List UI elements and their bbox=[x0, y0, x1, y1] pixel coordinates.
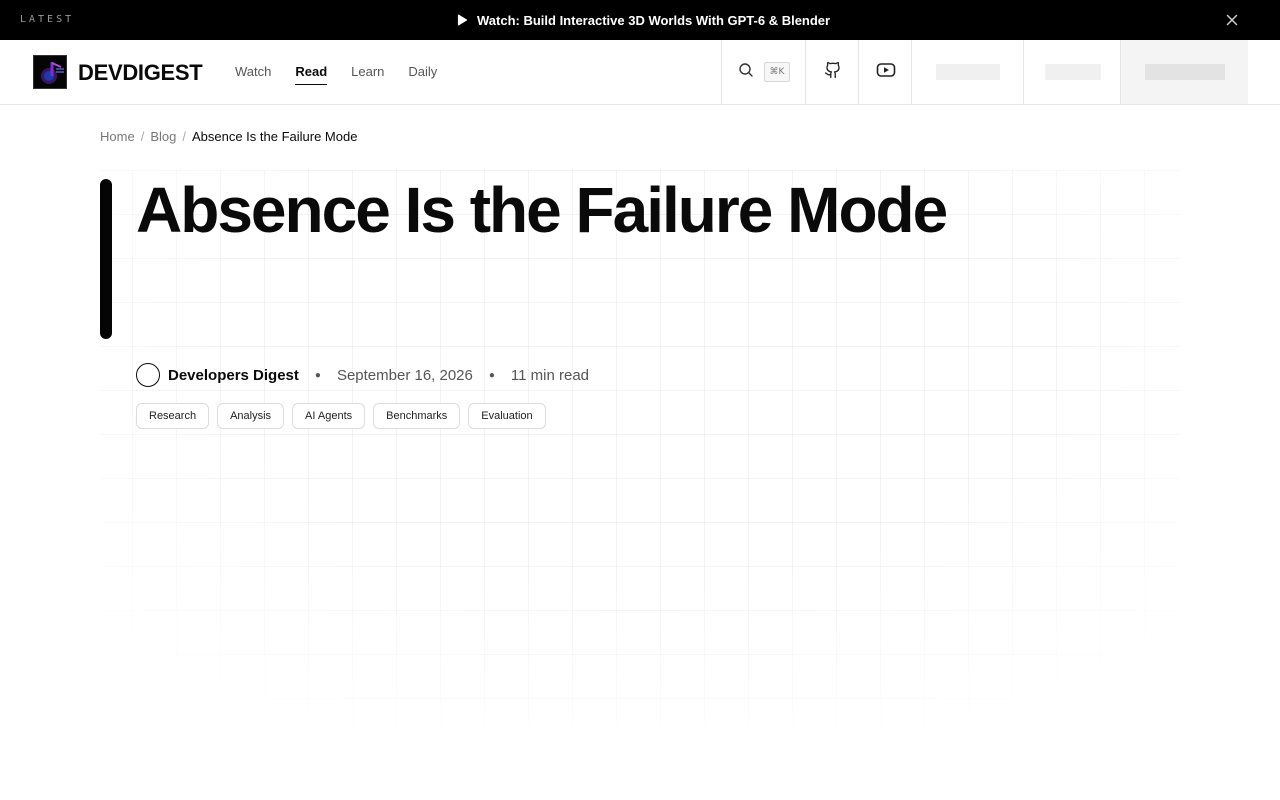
close-icon[interactable] bbox=[1222, 10, 1242, 30]
loading-skeleton bbox=[1144, 64, 1225, 80]
nav-daily[interactable]: Daily bbox=[408, 60, 437, 85]
article-meta: Developers Digest ● September 16, 2026 ●… bbox=[136, 363, 589, 387]
youtube-link[interactable] bbox=[858, 40, 912, 104]
tag-evaluation[interactable]: Evaluation bbox=[468, 403, 546, 429]
site-header: DEVDIGEST Watch Read Learn Daily ⌘K bbox=[0, 40, 1280, 105]
article-title: Absence Is the Failure Mode bbox=[136, 174, 948, 246]
nav-read[interactable]: Read bbox=[295, 60, 327, 85]
header-placeholder-3[interactable] bbox=[1120, 40, 1248, 104]
read-time: 11 min read bbox=[510, 366, 590, 384]
grid-background bbox=[100, 170, 1180, 730]
announcement-link[interactable]: Watch: Build Interactive 3D Worlds With … bbox=[456, 0, 830, 40]
youtube-icon bbox=[876, 62, 896, 83]
loading-skeleton bbox=[936, 64, 1000, 80]
breadcrumb-separator: / bbox=[140, 129, 145, 144]
search-shortcut: ⌘K bbox=[763, 62, 791, 82]
latest-label: LATEST bbox=[20, 14, 75, 25]
nav-learn[interactable]: Learn bbox=[351, 60, 384, 85]
tag-ai-agents[interactable]: AI Agents bbox=[292, 403, 366, 429]
tag-list: Research Analysis AI Agents Benchmarks E… bbox=[136, 403, 546, 429]
title-accent-bar bbox=[100, 179, 112, 339]
tag-analysis[interactable]: Analysis bbox=[217, 403, 285, 429]
announcement-text: Watch: Build Interactive 3D Worlds With … bbox=[477, 12, 831, 28]
nav-watch[interactable]: Watch bbox=[235, 60, 271, 85]
github-link[interactable] bbox=[805, 40, 859, 104]
play-icon bbox=[456, 14, 468, 26]
meta-separator: ● bbox=[488, 369, 495, 381]
breadcrumb-blog[interactable]: Blog bbox=[150, 129, 176, 144]
tag-benchmarks[interactable]: Benchmarks bbox=[373, 403, 461, 429]
header-placeholder-2[interactable] bbox=[1023, 40, 1121, 104]
publish-date: September 16, 2026 bbox=[336, 366, 473, 384]
logo[interactable] bbox=[33, 55, 67, 89]
breadcrumb-home[interactable]: Home bbox=[100, 129, 135, 144]
announcement-bar: LATEST Watch: Build Interactive 3D World… bbox=[0, 0, 1280, 40]
github-icon bbox=[824, 61, 842, 84]
breadcrumb-separator: / bbox=[182, 129, 186, 144]
header-placeholder-1[interactable] bbox=[911, 40, 1024, 104]
brand-name[interactable]: DEVDIGEST bbox=[78, 60, 203, 86]
search-button[interactable]: ⌘K bbox=[721, 40, 806, 104]
loading-skeleton bbox=[1044, 64, 1101, 80]
breadcrumb-current: Absence Is the Failure Mode bbox=[191, 129, 358, 144]
author-avatar bbox=[136, 363, 160, 387]
author-name[interactable]: Developers Digest bbox=[168, 367, 299, 384]
tag-research[interactable]: Research bbox=[136, 403, 210, 429]
search-icon bbox=[738, 62, 754, 83]
main-nav: Watch Read Learn Daily bbox=[235, 40, 437, 104]
meta-separator: ● bbox=[314, 369, 321, 381]
breadcrumb: Home / Blog / Absence Is the Failure Mod… bbox=[100, 129, 357, 144]
